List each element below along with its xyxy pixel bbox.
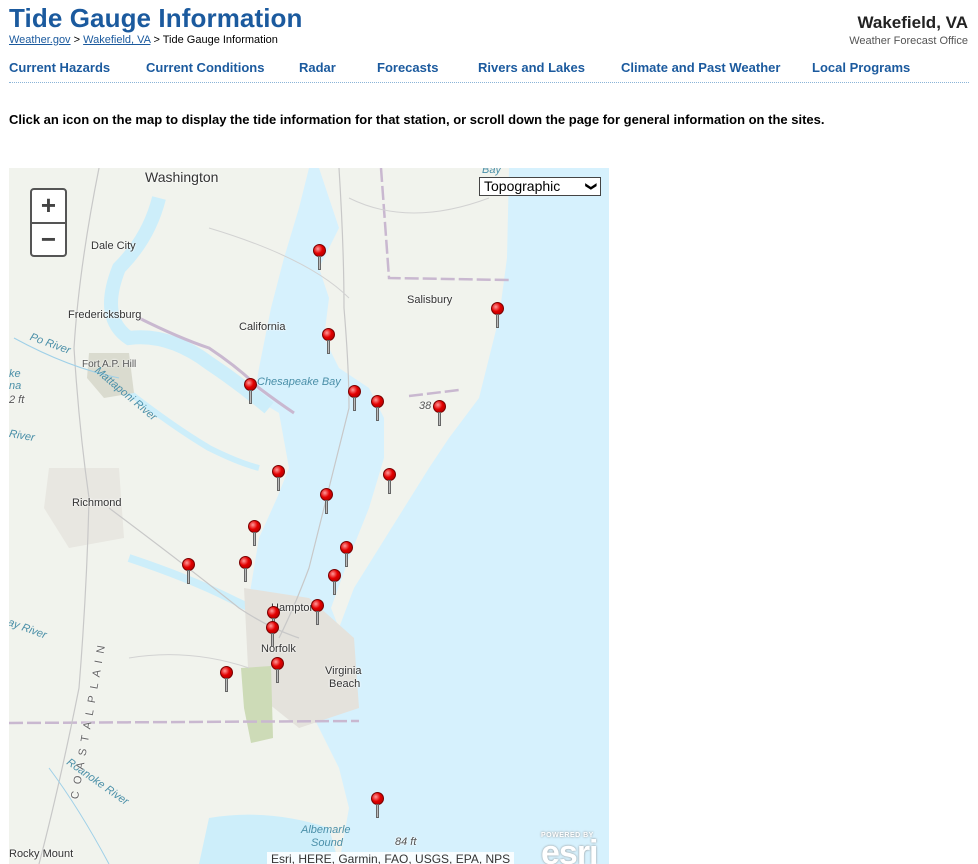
station-pin[interactable] <box>328 569 342 599</box>
station-pin[interactable] <box>348 385 362 415</box>
breadcrumb-weather-gov-link[interactable]: Weather.gov <box>9 34 71 46</box>
esri-logo[interactable]: POWERED BY esri <box>541 832 603 864</box>
nav-current-conditions[interactable]: Current Conditions <box>146 60 264 75</box>
page-title: Tide Gauge Information <box>9 3 303 33</box>
map-label-virginia: Virginia <box>325 665 362 677</box>
station-pin[interactable] <box>220 666 234 696</box>
breadcrumb-separator: > <box>73 34 81 46</box>
station-pin[interactable] <box>320 488 334 518</box>
office-subtitle: Weather Forecast Office <box>849 35 968 47</box>
breadcrumb-separator: > <box>153 34 160 46</box>
nav-rivers-and-lakes[interactable]: Rivers and Lakes <box>478 60 585 75</box>
station-pin[interactable] <box>371 395 385 425</box>
nav-radar[interactable]: Radar <box>299 60 336 75</box>
station-pin[interactable] <box>383 468 397 498</box>
intro-text: Click an icon on the map to display the … <box>9 112 825 127</box>
station-pin[interactable] <box>433 400 447 430</box>
breadcrumb-wakefield-link[interactable]: Wakefield, VA <box>83 34 150 46</box>
station-pin[interactable] <box>266 621 280 651</box>
map-label-elev-2ft: 2 ft <box>9 394 25 406</box>
chevron-down-icon: ❯ <box>584 181 597 192</box>
map-label-lake-2: na <box>9 380 22 392</box>
nav-local-programs[interactable]: Local Programs <box>812 60 910 75</box>
station-pin[interactable] <box>244 378 258 408</box>
map-label-bay-top: Bay <box>482 168 501 176</box>
station-pin[interactable] <box>322 328 336 358</box>
map-label-fredericksburg: Fredericksburg <box>68 309 142 321</box>
map-label-beach: Beach <box>329 678 361 690</box>
station-pin[interactable] <box>272 465 286 495</box>
office-header: Wakefield, VA Weather Forecast Office <box>849 13 968 47</box>
map-label-elev-38: 38 <box>419 400 432 412</box>
station-pin[interactable] <box>313 244 327 274</box>
map-attribution[interactable]: Esri, HERE, Garmin, FAO, USGS, EPA, NPS <box>267 852 515 864</box>
map-label-washington: Washington <box>145 169 219 185</box>
nav-current-hazards[interactable]: Current Hazards <box>9 60 110 75</box>
zoom-control: + − <box>30 188 67 257</box>
zoom-in-button[interactable]: + <box>32 190 65 224</box>
station-pin[interactable] <box>271 657 285 687</box>
map-label-elev-84ft: 84 ft <box>395 836 417 848</box>
breadcrumb-current: Tide Gauge Information <box>162 34 278 46</box>
basemap-selected-value: Topographic <box>484 178 561 194</box>
station-pin[interactable] <box>239 556 253 586</box>
map-label-sound: Sound <box>311 837 343 849</box>
map-label-dale-city: Dale City <box>91 240 136 252</box>
basemap-select[interactable]: Topographic ❯ <box>479 177 601 196</box>
esri-wordmark: esri <box>541 834 599 864</box>
station-pin[interactable] <box>491 302 505 332</box>
map-label-california: California <box>239 321 286 333</box>
station-pin[interactable] <box>340 541 354 571</box>
tide-gauge-map[interactable]: Washington Dale City Fredericksburg Cali… <box>9 168 609 864</box>
station-pin[interactable] <box>311 599 325 629</box>
map-label-rocky-mount: Rocky Mount <box>9 848 74 860</box>
station-pin[interactable] <box>182 558 196 588</box>
map-label-lake-1: ke <box>9 368 21 380</box>
basemap-tiles <box>9 168 510 864</box>
main-nav: Current Hazards Current Conditions Radar… <box>9 60 969 83</box>
zoom-out-button[interactable]: − <box>32 224 65 256</box>
nav-climate-and-past-weather[interactable]: Climate and Past Weather <box>621 60 780 75</box>
breadcrumb: Weather.gov > Wakefield, VA > Tide Gauge… <box>9 34 278 46</box>
map-label-chesapeake-bay: Chesapeake Bay <box>257 376 341 388</box>
station-pin[interactable] <box>371 792 385 822</box>
station-pin[interactable] <box>248 520 262 550</box>
nav-forecasts[interactable]: Forecasts <box>377 60 438 75</box>
map-label-richmond: Richmond <box>72 497 122 509</box>
map-label-salisbury: Salisbury <box>407 294 453 306</box>
office-name: Wakefield, VA <box>857 13 968 32</box>
map-label-albemarle: Albemarle <box>301 824 351 836</box>
